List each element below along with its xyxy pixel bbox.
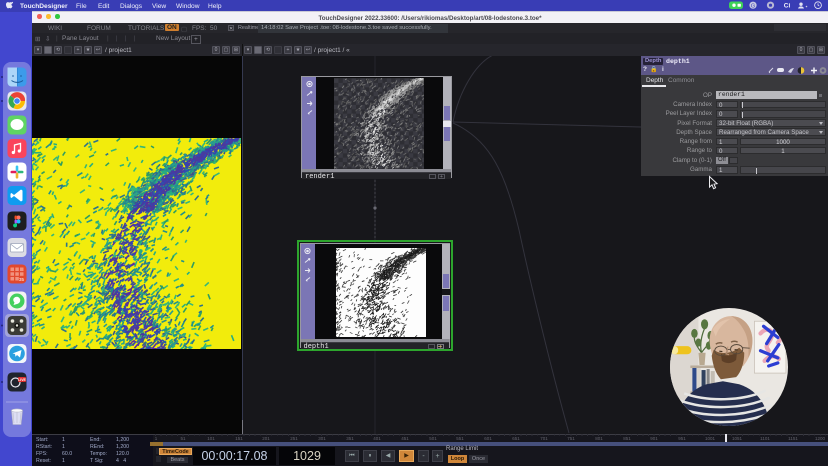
svg-text:G: G	[751, 3, 755, 9]
svg-text:35: 35	[19, 277, 25, 282]
svg-text:LIVE: LIVE	[18, 378, 26, 382]
svg-text:Ci: Ci	[784, 3, 791, 10]
